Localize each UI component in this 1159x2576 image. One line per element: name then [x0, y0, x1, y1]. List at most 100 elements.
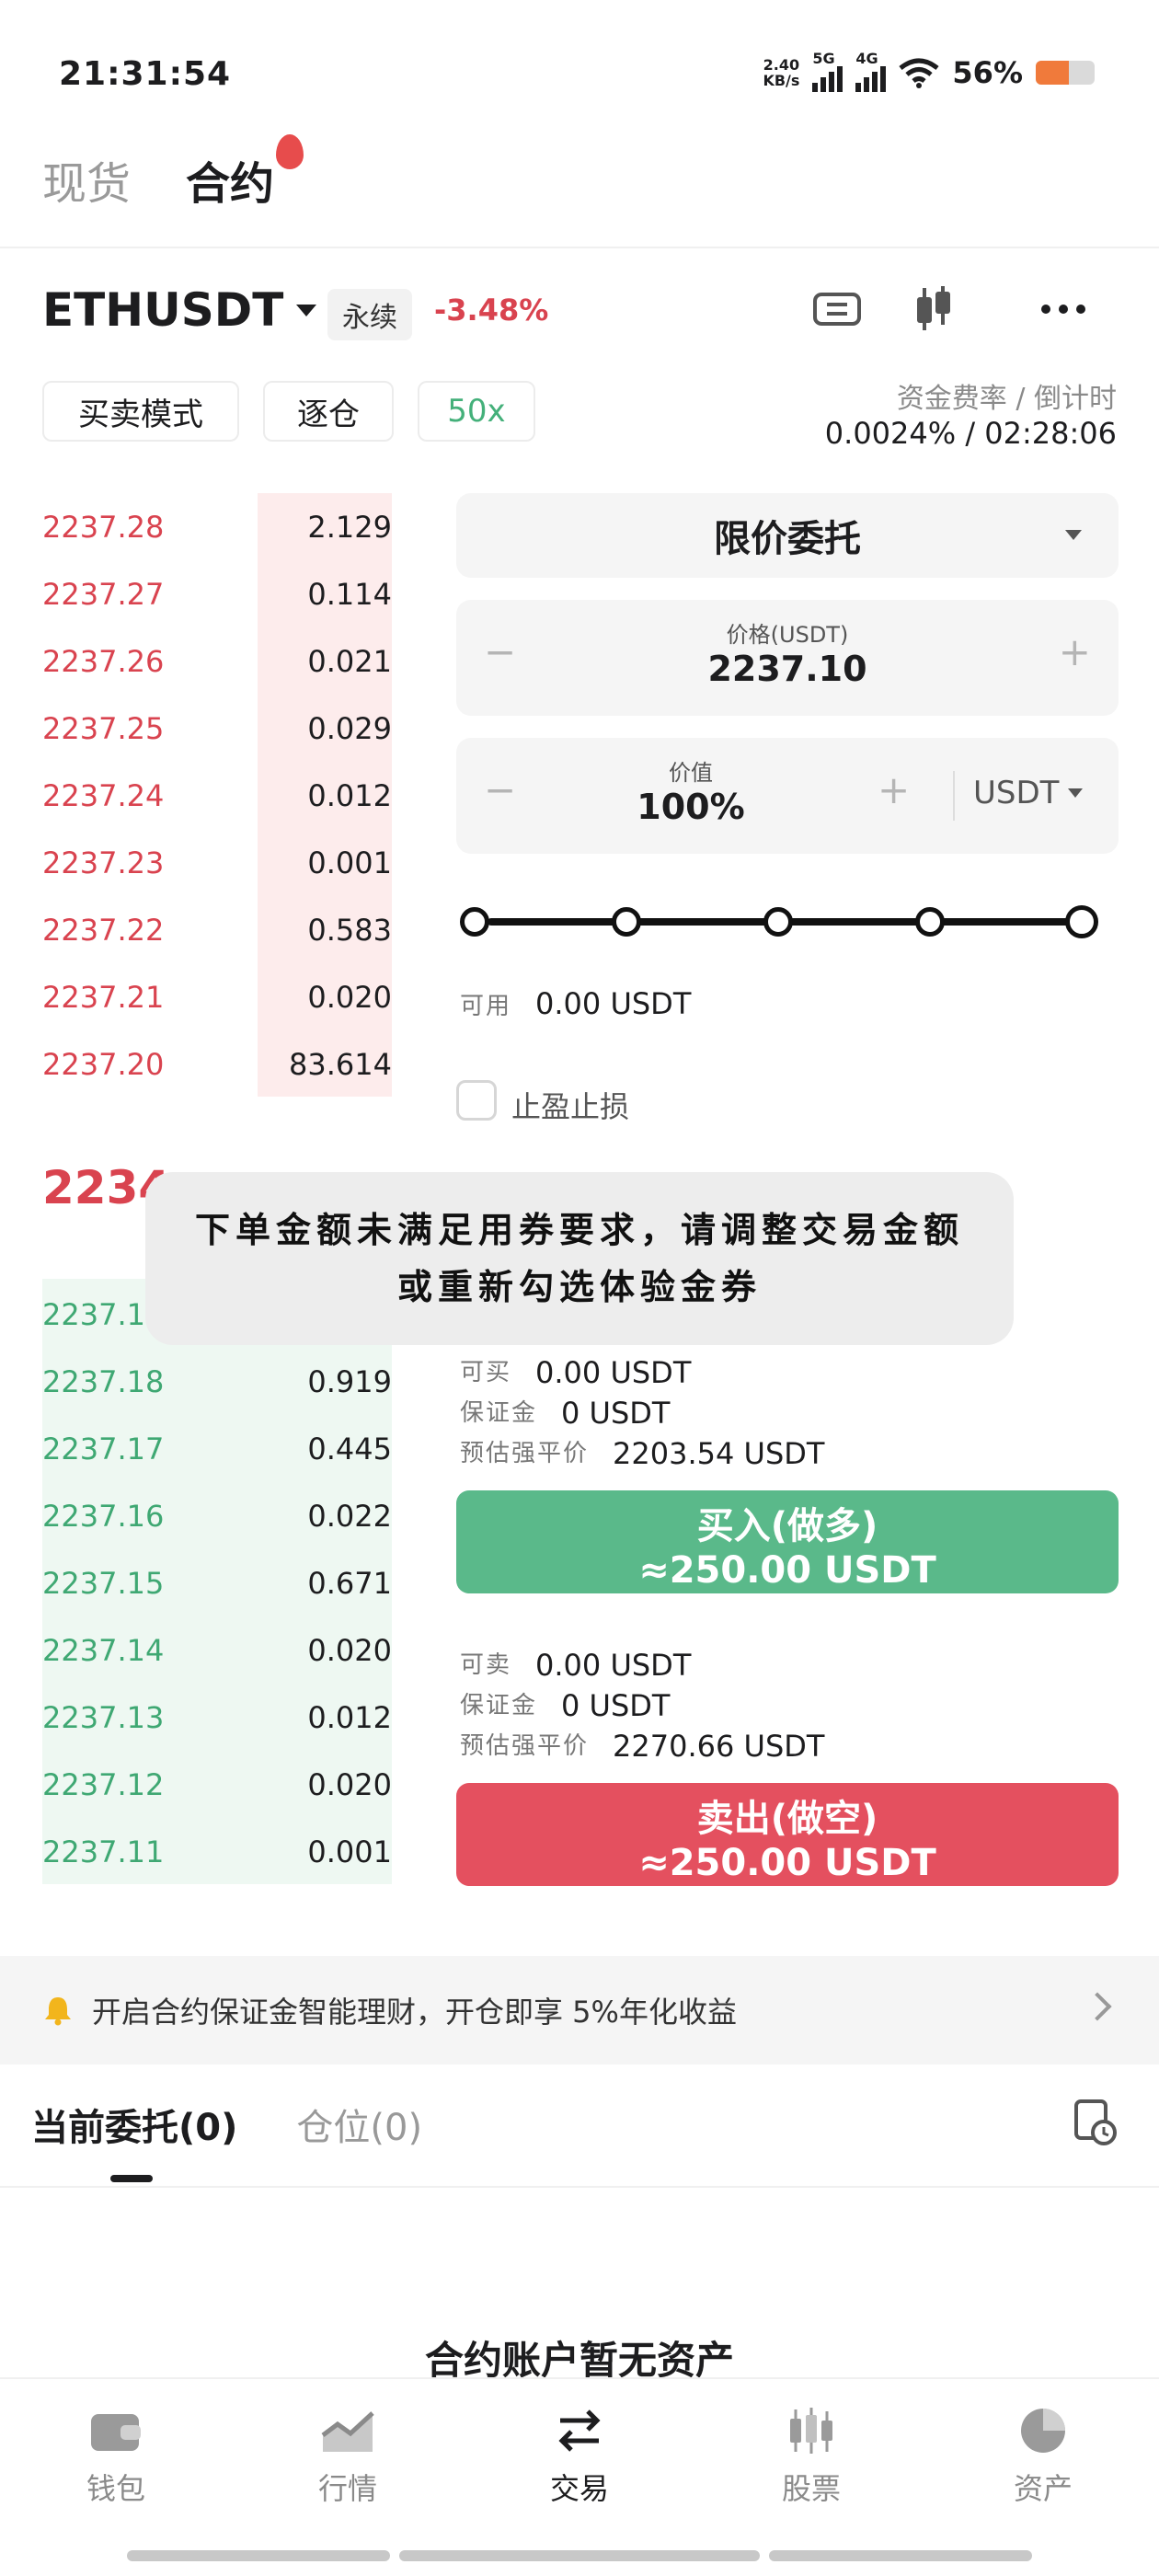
ask-price: 2237.24: [42, 777, 165, 813]
chevron-down-icon: [1065, 530, 1082, 540]
minus-icon[interactable]: −: [484, 629, 516, 674]
ask-row[interactable]: 2237.23 0.001: [42, 829, 392, 896]
tab-positions[interactable]: 仓位(0): [296, 2098, 422, 2151]
buy-long-button[interactable]: 买入(做多) ≈250.00 USDT: [456, 1490, 1119, 1593]
symbol-selector[interactable]: ETHUSDT: [42, 283, 317, 337]
price-input[interactable]: − 价格(USDT) 2237.10 +: [456, 600, 1119, 716]
slider-stop[interactable]: [915, 907, 945, 937]
bid-price: 2237.11: [42, 1834, 165, 1869]
nav-stocks[interactable]: 股票: [738, 2405, 885, 2508]
more-icon[interactable]: [1036, 282, 1091, 337]
bid-price: 2237.13: [42, 1699, 165, 1735]
ask-price: 2237.22: [42, 912, 165, 948]
active-tab-indicator: [110, 2175, 153, 2182]
chevron-down-icon: [1068, 788, 1084, 798]
wifi-icon: [899, 58, 939, 88]
ask-row[interactable]: 2237.20 83.614: [42, 1030, 392, 1098]
chevron-down-icon: [296, 304, 317, 316]
bid-row[interactable]: 2237.16 0.022: [42, 1482, 392, 1549]
plus-icon[interactable]: +: [878, 767, 910, 812]
nav-trade[interactable]: 交易: [506, 2405, 653, 2508]
ask-qty: 0.029: [307, 710, 392, 746]
trade-mode-button[interactable]: 买卖模式: [42, 381, 239, 442]
contract-type-badge: 永续: [327, 289, 412, 340]
tab-futures[interactable]: 合约: [186, 134, 304, 212]
bid-price: 2237.16: [42, 1498, 165, 1534]
candlestick-chart-icon[interactable]: [906, 282, 961, 337]
battery-icon: [1036, 61, 1095, 85]
tab-current-orders[interactable]: 当前委托(0): [31, 2098, 237, 2151]
nav-wallet[interactable]: 钱包: [42, 2405, 189, 2508]
price-value[interactable]: 2237.10: [456, 649, 1119, 689]
funding-rate-value: 0.0024% / 02:28:06: [824, 416, 1117, 451]
tab-spot[interactable]: 现货: [42, 147, 131, 212]
plus-icon[interactable]: +: [1059, 629, 1091, 674]
ask-qty: 2.129: [307, 509, 392, 545]
ask-row[interactable]: 2237.24 0.012: [42, 762, 392, 829]
gesture-bar-center: [399, 2550, 760, 2561]
swap-arrows-icon: [552, 2405, 607, 2456]
wallet-icon: [88, 2405, 143, 2456]
ask-row[interactable]: 2237.21 0.020: [42, 963, 392, 1030]
stocks-icon: [784, 2405, 839, 2456]
ask-qty: 0.114: [307, 576, 392, 612]
slider-stop[interactable]: [763, 907, 793, 937]
bid-row[interactable]: 2237.13 0.012: [42, 1684, 392, 1751]
ask-row[interactable]: 2237.22 0.583: [42, 896, 392, 963]
bid-qty: 0.020: [307, 1766, 392, 1802]
bid-price: 2237.18: [42, 1363, 165, 1399]
unit-selector[interactable]: USDT: [973, 775, 1084, 811]
ask-price: 2237.25: [42, 710, 165, 746]
buy-info: 可买 0.00 USDT 保证金 0 USDT 预估强平价 2203.54 USDT: [460, 1355, 825, 1471]
ask-row[interactable]: 2237.26 0.021: [42, 627, 392, 695]
order-type-selector[interactable]: 限价委托: [456, 493, 1119, 578]
bid-row[interactable]: 2237.11 0.001: [42, 1818, 392, 1885]
sell-short-button[interactable]: 卖出(做空) ≈250.00 USDT: [456, 1783, 1119, 1886]
ask-row[interactable]: 2237.25 0.029: [42, 695, 392, 762]
signal-4g-icon: 4G: [855, 50, 887, 92]
sell-info: 可卖 0.00 USDT 保证金 0 USDT 预估强平价 2270.66 USDT: [460, 1648, 825, 1764]
margin-mode-button[interactable]: 逐仓: [263, 381, 394, 442]
bid-qty: 0.001: [307, 1834, 392, 1869]
nav-assets[interactable]: 资产: [970, 2405, 1117, 2508]
coupon-icon[interactable]: [809, 282, 865, 337]
market-chart-icon: [320, 2405, 375, 2456]
status-time: 21:31:54: [59, 55, 232, 93]
bid-price: 2237.12: [42, 1766, 165, 1802]
slider-stop[interactable]: [612, 907, 641, 937]
bid-row[interactable]: 2237.17 0.445: [42, 1415, 392, 1482]
position-tabs: 当前委托(0) 仓位(0): [31, 2098, 422, 2151]
toast-message: 下单金额未满足用券要求，请调整交易金额或重新勾选体验金券: [145, 1172, 1014, 1345]
bid-price: 2237.15: [42, 1565, 165, 1601]
value-input[interactable]: − 价值 100% + USDT: [456, 738, 1119, 854]
ask-row[interactable]: 2237.28 2.129: [42, 493, 392, 560]
bid-qty: 0.919: [307, 1363, 392, 1399]
leverage-button[interactable]: 50x: [418, 381, 535, 442]
available-balance: 可用 0.00 USDT: [460, 986, 692, 1021]
order-history-icon[interactable]: [1073, 2098, 1119, 2151]
bid-qty: 0.445: [307, 1431, 392, 1466]
value-amount[interactable]: 100%: [511, 787, 870, 827]
ask-qty: 0.021: [307, 643, 392, 679]
fire-icon: [276, 134, 304, 169]
funding-rate-label: 资金费率 / 倒计时: [896, 383, 1117, 415]
ask-price: 2237.28: [42, 509, 165, 545]
slider-stop[interactable]: [460, 907, 489, 937]
promo-banner[interactable]: 开启合约保证金智能理财，开仓即享 5%年化收益: [0, 1956, 1159, 2064]
tp-sl-label: 止盈止损: [511, 1089, 630, 1124]
ask-qty: 0.583: [307, 912, 392, 948]
symbol-name: ETHUSDT: [42, 283, 284, 337]
tabs-divider: [0, 2186, 1159, 2188]
bid-price: 2237.1: [42, 1296, 145, 1332]
tp-sl-checkbox[interactable]: [456, 1080, 497, 1121]
slider-stop[interactable]: [1065, 905, 1098, 938]
ask-price: 2237.26: [42, 643, 165, 679]
bid-row[interactable]: 2237.15 0.671: [42, 1549, 392, 1616]
bid-row[interactable]: 2237.12 0.020: [42, 1751, 392, 1818]
ask-price: 2237.23: [42, 845, 165, 880]
bid-row[interactable]: 2237.14 0.020: [42, 1616, 392, 1684]
ask-row[interactable]: 2237.27 0.114: [42, 560, 392, 627]
bid-qty: 0.012: [307, 1699, 392, 1735]
bid-row[interactable]: 2237.18 0.919: [42, 1348, 392, 1415]
nav-market[interactable]: 行情: [274, 2405, 421, 2508]
